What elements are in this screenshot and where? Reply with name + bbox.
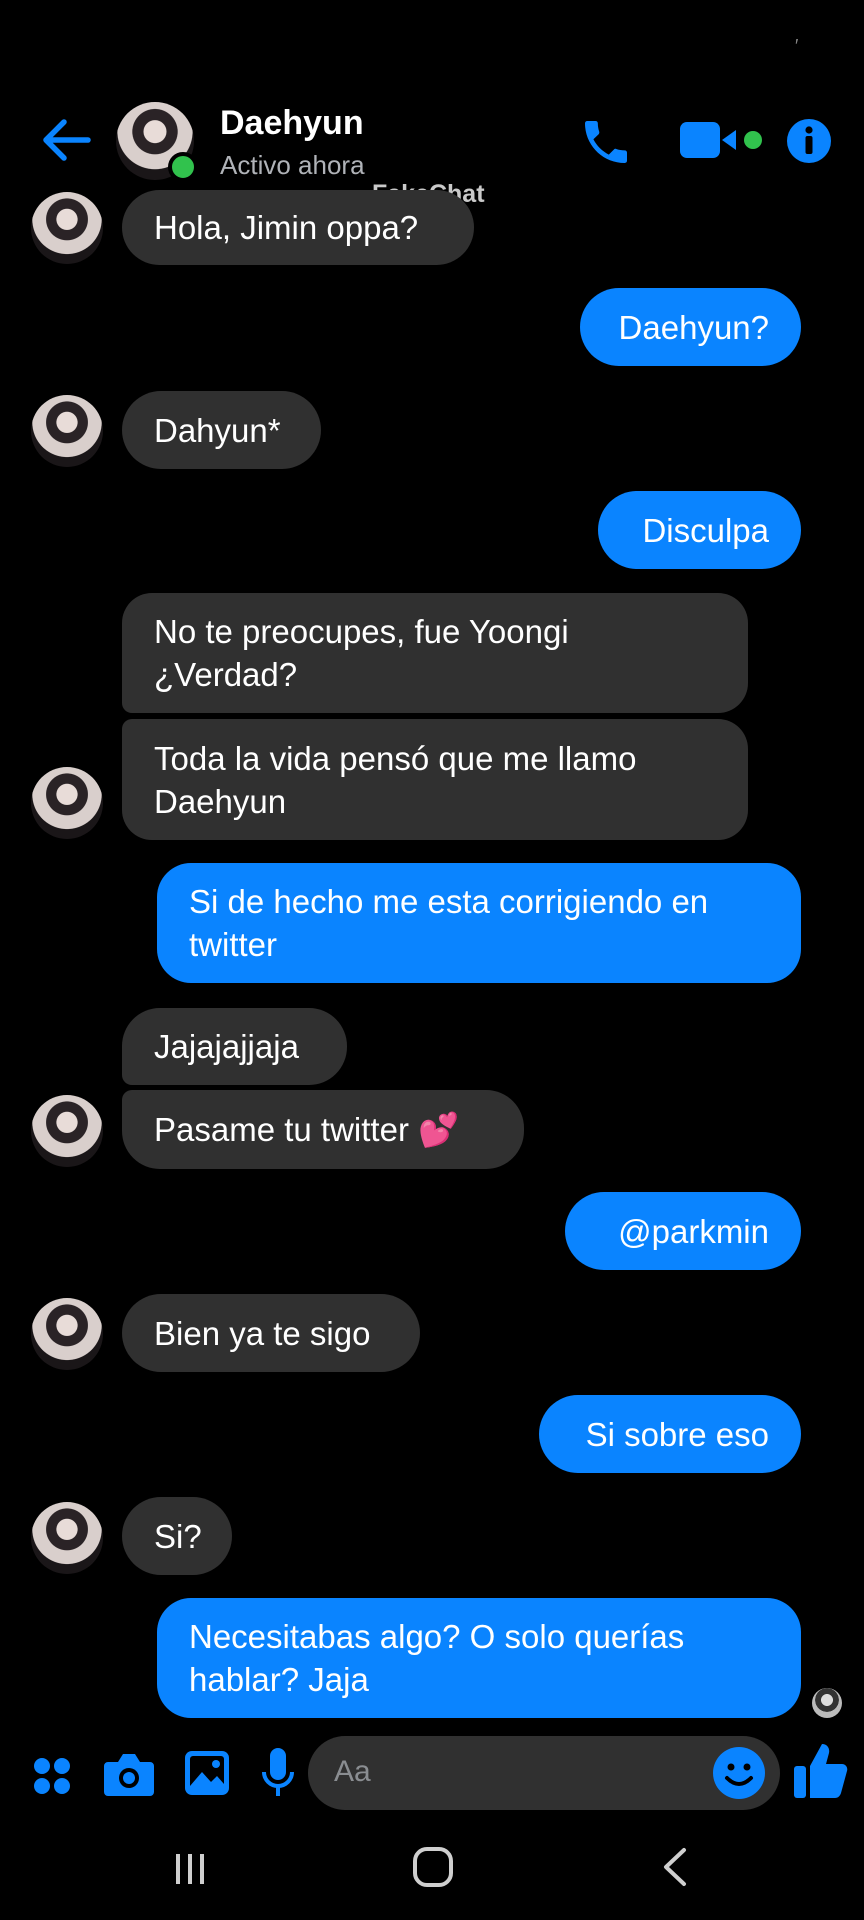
- apps-icon[interactable]: [32, 1756, 72, 1796]
- message-incoming[interactable]: Jajajajjaja: [122, 1008, 347, 1085]
- contact-name[interactable]: Daehyun: [220, 104, 364, 143]
- like-icon[interactable]: [792, 1740, 848, 1800]
- back-arrow-icon[interactable]: [40, 118, 92, 162]
- message-outgoing[interactable]: Si sobre eso: [539, 1395, 801, 1473]
- sender-avatar[interactable]: [31, 1502, 103, 1574]
- message-incoming[interactable]: Toda la vida pensó que me llamo Daehyun: [122, 719, 748, 840]
- contact-status: Activo ahora: [220, 150, 365, 180]
- message-outgoing[interactable]: Daehyun?: [580, 288, 801, 366]
- online-indicator: [168, 152, 198, 182]
- emoji-icon[interactable]: [712, 1746, 766, 1800]
- home-icon[interactable]: [412, 1846, 454, 1888]
- read-receipt-avatar: [812, 1688, 842, 1718]
- sender-avatar[interactable]: [31, 192, 103, 264]
- recents-icon[interactable]: [170, 1848, 210, 1888]
- message-incoming[interactable]: Bien ya te sigo: [122, 1294, 420, 1372]
- sender-avatar[interactable]: [31, 1298, 103, 1370]
- message-input[interactable]: [308, 1736, 780, 1810]
- message-incoming[interactable]: No te preocupes, fue Yoongi ¿Verdad?: [122, 593, 748, 713]
- sender-avatar[interactable]: [31, 767, 103, 839]
- contact-avatar[interactable]: [116, 102, 198, 182]
- message-outgoing[interactable]: @parkmin: [565, 1192, 801, 1270]
- camera-icon[interactable]: [104, 1750, 154, 1796]
- phone-icon[interactable]: [578, 114, 634, 170]
- message-incoming[interactable]: Si?: [122, 1497, 232, 1575]
- info-icon[interactable]: [786, 118, 832, 164]
- sender-avatar[interactable]: [31, 395, 103, 467]
- mic-icon[interactable]: [262, 1748, 294, 1800]
- message-outgoing[interactable]: Necesitabas algo? O solo querías hablar? …: [157, 1598, 801, 1718]
- message-incoming[interactable]: Dahyun*: [122, 391, 321, 469]
- back-nav-icon[interactable]: [660, 1846, 690, 1888]
- video-call-icon[interactable]: [680, 118, 766, 162]
- sender-avatar[interactable]: [31, 1095, 103, 1167]
- message-incoming[interactable]: Hola, Jimin oppa?: [122, 190, 474, 265]
- message-outgoing[interactable]: Disculpa: [598, 491, 801, 569]
- message-incoming[interactable]: Pasame tu twitter 💕: [122, 1090, 524, 1169]
- message-outgoing[interactable]: Si de hecho me esta corrigiendo en twitte…: [157, 863, 801, 983]
- gallery-icon[interactable]: [184, 1750, 230, 1796]
- message-input-placeholder[interactable]: Aa: [334, 1755, 371, 1789]
- status-indicator: ′: [795, 36, 799, 56]
